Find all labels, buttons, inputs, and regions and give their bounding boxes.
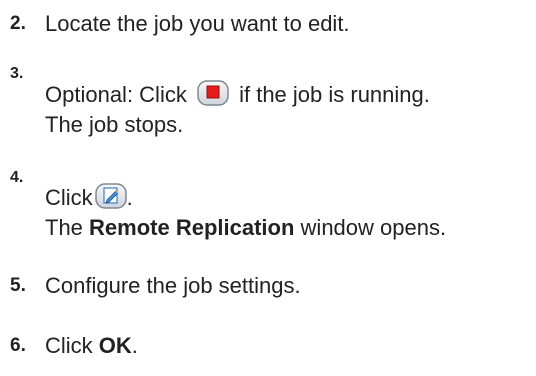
instruction-suffix: . bbox=[131, 333, 138, 358]
instruction-suffix: . bbox=[126, 185, 133, 210]
step-4-instruction: Click . bbox=[45, 183, 446, 213]
step-text: Optional: Click if the job is running. T… bbox=[45, 80, 430, 140]
step-text: Click . The Remote Replication window op… bbox=[45, 183, 446, 243]
step-4-result: The Remote Replication window opens. bbox=[45, 213, 446, 243]
step-text: Locate the job you want to edit. bbox=[45, 9, 350, 39]
step-text: Click OK. bbox=[45, 331, 138, 361]
instruction-prefix: Click bbox=[45, 185, 93, 210]
step-number: 3. bbox=[10, 65, 24, 82]
step-number: 5. bbox=[10, 275, 26, 296]
result-prefix: The bbox=[45, 215, 83, 240]
result-suffix: window opens. bbox=[300, 215, 447, 240]
edit-icon[interactable] bbox=[94, 183, 127, 209]
instruction-suffix: if the job is running. bbox=[239, 82, 430, 107]
stop-icon[interactable] bbox=[197, 80, 229, 106]
step-2-text: Locate the job you want to edit. bbox=[45, 11, 350, 36]
step-number: 6. bbox=[10, 335, 26, 356]
step-3-result: The job stops. bbox=[45, 112, 184, 137]
step-number: 2. bbox=[10, 13, 26, 34]
ok-label: OK bbox=[98, 333, 132, 358]
step-5-text: Configure the job settings. bbox=[45, 273, 301, 298]
step-3-instruction: Optional: Click if the job is running. bbox=[45, 80, 430, 110]
instruction-prefix: Click bbox=[45, 333, 93, 358]
instruction-prefix: Optional: Click bbox=[45, 82, 187, 107]
step-number: 4. bbox=[10, 169, 24, 186]
window-name: Remote Replication bbox=[89, 215, 295, 240]
step-text: Configure the job settings. bbox=[45, 271, 301, 301]
